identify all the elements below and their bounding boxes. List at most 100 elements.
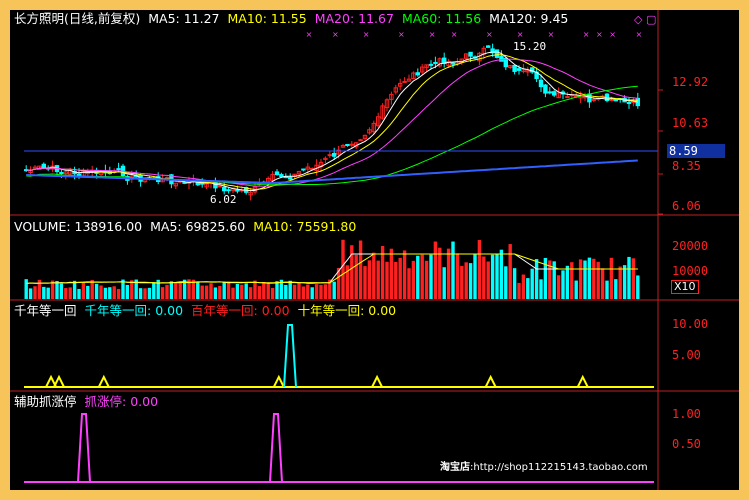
- volume-bar: [490, 254, 495, 299]
- indicator2-axis-label-1: 1.00: [672, 407, 701, 421]
- volume-bar: [292, 284, 297, 299]
- candle-body: [552, 91, 557, 96]
- candle-body: [494, 49, 500, 58]
- chart-window[interactable]: × × × × × × × × × × × × × 长方照明(日线,前复权) MA5: 11.27 MA10…: [10, 10, 739, 490]
- volume-bar: [363, 266, 367, 299]
- volume-ma5: MA5: 69825.60: [150, 219, 246, 234]
- volume-bar: [297, 282, 301, 299]
- candle-body: [182, 181, 187, 184]
- stock-chart-canvas[interactable]: × × × × × × × × × × × × ×: [10, 10, 739, 490]
- volume-bar: [301, 286, 306, 299]
- volume-bar: [288, 280, 292, 299]
- volume-bar: [86, 285, 90, 299]
- candle-body: [301, 168, 306, 171]
- candle-body: [486, 45, 491, 48]
- signal-marker: ×: [609, 30, 616, 39]
- signal-marker: ×: [596, 30, 603, 39]
- volume-bar: [534, 259, 539, 299]
- indicator1-spike: [576, 374, 589, 388]
- volume-bar: [200, 285, 204, 299]
- volume-bar: [420, 254, 424, 299]
- ma20-value: MA20: 11.67: [314, 11, 394, 26]
- volume-bar: [319, 284, 323, 299]
- indicator2-spike: [269, 413, 283, 483]
- volume-bar: [248, 287, 253, 299]
- price-header: 长方照明(日线,前复权) MA5: 11.27 MA10: 11.55 MA20: 1…: [14, 12, 576, 26]
- volume-bar: [284, 284, 288, 299]
- volume-bar: [314, 284, 319, 299]
- volume-bar: [332, 281, 336, 299]
- volume-bar: [81, 282, 86, 299]
- indicator1-v2: 百年等一回: 0.00: [191, 303, 290, 318]
- volume-bar: [213, 287, 218, 299]
- low-price-label: 6.02: [210, 193, 237, 206]
- shop-url[interactable]: :http://shop112215143.taobao.com: [470, 462, 648, 473]
- candle-body: [626, 101, 632, 104]
- volume-bar: [367, 260, 372, 299]
- volume-bar: [152, 282, 156, 299]
- signal-marker: ×: [429, 30, 436, 39]
- volume-bar: [222, 281, 226, 299]
- signal-marker: ×: [332, 30, 339, 39]
- candle-body: [468, 51, 473, 57]
- volume-axis-label-1: 20000: [672, 239, 709, 253]
- candle-body: [345, 143, 350, 146]
- price-axis-label-2: 10.63: [672, 116, 709, 130]
- volume-bar: [504, 266, 508, 299]
- candle-body: [543, 84, 548, 94]
- candle-body: [217, 185, 223, 188]
- volume-bar: [578, 259, 583, 299]
- volume-bar: [446, 248, 451, 299]
- stock-title: 长方照明(日线,前复权): [14, 11, 141, 26]
- volume-bar: [165, 284, 169, 299]
- indicator1-big-spike: [283, 324, 297, 388]
- volume-bar: [442, 267, 446, 299]
- indicator1-spike: [53, 374, 65, 388]
- volume-bar: [33, 286, 37, 299]
- indicator2-axis-label-2: 0.50: [672, 437, 701, 451]
- volume-bar: [398, 257, 402, 299]
- volume-bar: [226, 281, 231, 299]
- volume-bar: [94, 283, 99, 299]
- volume-bar: [526, 278, 530, 299]
- candle-body: [222, 186, 227, 192]
- candle-body: [279, 174, 284, 178]
- volume-bar: [407, 268, 411, 299]
- volume-bar: [130, 280, 134, 299]
- volume-bar: [424, 260, 429, 299]
- volume-bar: [306, 284, 310, 299]
- volume-bar: [310, 287, 314, 299]
- volume-bar: [28, 288, 33, 299]
- volume-bar: [539, 279, 543, 299]
- volume-bar: [64, 288, 68, 299]
- candle-body: [76, 173, 82, 176]
- candle-body: [41, 163, 46, 168]
- volume-bar: [508, 244, 512, 299]
- volume-bar: [468, 263, 473, 299]
- indicator2-spike: [77, 413, 91, 483]
- volume-axis-label-2: 10000: [672, 264, 709, 278]
- candle-body: [358, 139, 363, 142]
- indicator2-v1: 抓涨停: 0.00: [84, 394, 159, 409]
- volume-header: VOLUME: 138916.00 MA5: 69825.60 MA10: 7559…: [14, 220, 364, 234]
- volume-bar: [389, 248, 394, 299]
- volume-bar: [262, 281, 266, 299]
- volume-bar: [477, 240, 482, 299]
- volume-bar: [116, 288, 121, 299]
- volume-bar: [235, 283, 240, 299]
- volume-bar: [169, 281, 174, 299]
- volume-bar: [631, 258, 636, 299]
- volume-bar: [218, 286, 222, 299]
- volume-bar: [138, 288, 143, 299]
- volume-bar: [512, 268, 517, 299]
- volume-bar: [402, 250, 407, 299]
- candle-body: [116, 168, 121, 171]
- volume-bar: [240, 284, 244, 299]
- signal-marker: ×: [398, 30, 405, 39]
- volume-bar: [77, 288, 81, 299]
- volume-unit-badge[interactable]: X10: [671, 280, 699, 294]
- ma5-value: MA5: 11.27: [148, 11, 220, 26]
- volume-bar: [354, 254, 358, 299]
- volume-bar: [59, 283, 64, 299]
- window-controls[interactable]: ◇ ▢: [634, 13, 656, 26]
